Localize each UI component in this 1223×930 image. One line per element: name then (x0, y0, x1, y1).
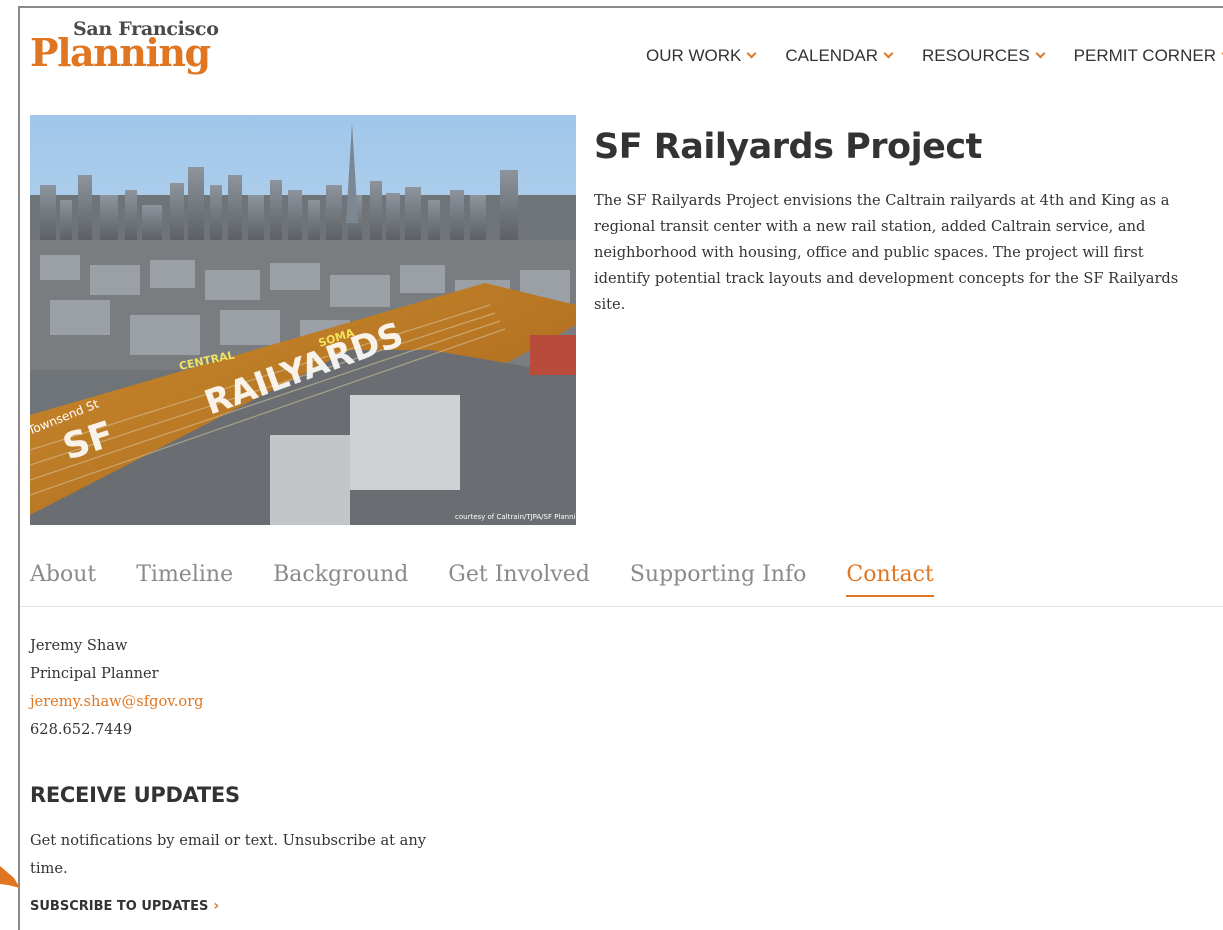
nav-item-label: OUR WORK (646, 46, 742, 65)
chevron-down-icon (883, 48, 894, 59)
nav-item-resources[interactable]: RESOURCES (921, 46, 1046, 66)
page-title: SF Railyards Project (594, 127, 982, 167)
subscribe-label: SUBSCRIBE TO UPDATES (30, 898, 209, 914)
chevron-down-icon (1035, 48, 1046, 59)
main-nav: OUR WORK CALENDAR RESOURCES PERMIT CORNE… (646, 46, 1223, 66)
contact-role: Principal Planner (30, 665, 159, 682)
chevron-down-icon (746, 48, 757, 59)
chevron-right-icon: › (213, 898, 220, 914)
nav-item-our-work[interactable]: OUR WORK (646, 46, 757, 66)
contact-name: Jeremy Shaw (30, 637, 128, 654)
tab-timeline[interactable]: Timeline (136, 562, 233, 597)
nav-item-label: RESOURCES (921, 46, 1030, 65)
nav-item-label: PERMIT CORNER (1073, 46, 1216, 65)
contact-phone: 628.652.7449 (30, 721, 133, 738)
nav-item-label: CALENDAR (785, 46, 878, 65)
subscribe-link[interactable]: SUBSCRIBE TO UPDATES › (30, 898, 219, 914)
image-credit: courtesy of Caltrain/TJPA/SF Planning (455, 513, 576, 521)
contact-email-link[interactable]: jeremy.shaw@sfgov.org (30, 693, 204, 710)
updates-heading: RECEIVE UPDATES (30, 783, 240, 807)
site-logo[interactable]: San Francisco Planning (30, 18, 220, 76)
hero-image: SF RAILYARDS CENTRAL SOMA Townsend St co… (30, 115, 576, 525)
tab-background[interactable]: Background (273, 562, 408, 597)
tab-contact[interactable]: Contact (846, 562, 934, 597)
nav-item-calendar[interactable]: CALENDAR (785, 46, 894, 66)
logo-main-text: Planning (30, 30, 211, 75)
tab-supporting-info[interactable]: Supporting Info (630, 562, 807, 597)
tab-about[interactable]: About (30, 562, 96, 597)
frame-border-left (18, 6, 20, 930)
tabs-divider (20, 606, 1223, 607)
updates-text: Get notifications by email or text. Unsu… (30, 832, 427, 877)
nav-item-permit-corner[interactable]: PERMIT CORNER (1074, 46, 1223, 66)
contact-info: Jeremy Shaw Principal Planner jeremy.sha… (30, 632, 204, 744)
section-tabs: About Timeline Background Get Involved S… (30, 562, 974, 597)
project-description: The SF Railyards Project envisions the C… (594, 192, 1179, 313)
pointer-arrow-icon (0, 866, 20, 888)
frame-border-top (18, 6, 1223, 8)
tab-get-involved[interactable]: Get Involved (448, 562, 590, 597)
